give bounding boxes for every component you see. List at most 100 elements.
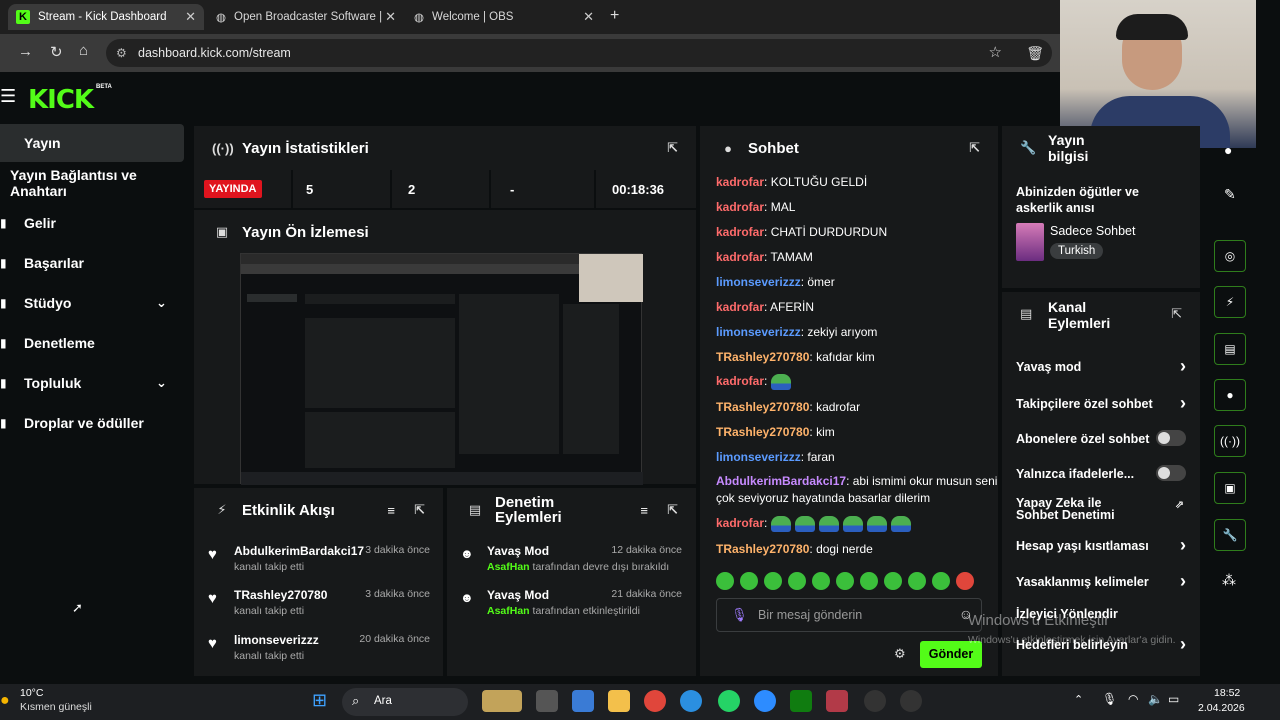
sidebar-item-yayin[interactable]: Yayın: [0, 124, 184, 162]
emotes-only-toggle[interactable]: [1156, 465, 1186, 481]
task-view-icon[interactable]: [536, 690, 558, 712]
sidebar-item-gelir[interactable]: ▮ Gelir: [0, 204, 184, 242]
activity-user[interactable]: AbdulkerimBardakci17: [234, 544, 364, 558]
site-info-icon[interactable]: ⚙: [116, 39, 127, 67]
chat-username[interactable]: TRashley270780: [716, 425, 809, 439]
chat-username[interactable]: limonseverizzz: [716, 275, 801, 289]
popout-icon[interactable]: ⇱: [667, 140, 678, 156]
whatsapp-icon[interactable]: [718, 690, 740, 712]
subscribers-only-toggle[interactable]: [1156, 430, 1186, 446]
speaker-icon[interactable]: 🔈: [1148, 692, 1163, 706]
forward-icon[interactable]: →: [18, 43, 33, 60]
xbox-icon[interactable]: [790, 690, 812, 712]
quick-action-chat-button[interactable]: ●: [1214, 379, 1246, 411]
quick-action-wrench-button[interactable]: 🔧: [1214, 519, 1246, 551]
chat-username[interactable]: kadrofar: [716, 374, 764, 388]
chrome-icon[interactable]: [644, 690, 666, 712]
add-widget-icon[interactable]: ⁂: [1222, 572, 1236, 589]
pencil-icon[interactable]: ✎: [1224, 186, 1236, 203]
action-slow-mode[interactable]: Yavaş mod ›: [1016, 356, 1186, 376]
popout-icon[interactable]: ⇱: [1171, 306, 1182, 322]
file-explorer-icon[interactable]: [608, 690, 630, 712]
sidebar-item-denetleme[interactable]: ▮ Denetleme: [0, 324, 184, 362]
emote-picker-icon[interactable]: [908, 572, 926, 590]
url-input[interactable]: ⚙ dashboard.kick.com/stream ☆ 🗑: [106, 39, 1052, 67]
emote-picker-icon[interactable]: [764, 572, 782, 590]
browser-tab-kick[interactable]: K Stream - Kick Dashboard ✕: [8, 4, 204, 30]
wifi-icon[interactable]: ◠: [1128, 692, 1138, 706]
sidebar-item-topluluk[interactable]: ▮ Topluluk ⌄: [0, 364, 184, 402]
chat-username[interactable]: limonseverizzz: [716, 325, 801, 339]
close-tab-icon[interactable]: ✕: [583, 9, 594, 25]
chat-username[interactable]: TRashley270780: [716, 400, 809, 414]
taskbar-search[interactable]: ⌕ Ara: [342, 688, 468, 716]
chat-settings-gear-icon[interactable]: ⚙: [894, 646, 906, 662]
taskbar-widget-icon[interactable]: [482, 690, 522, 712]
moderator-name[interactable]: AsafHan: [487, 561, 530, 573]
new-tab-button[interactable]: +: [610, 7, 619, 25]
home-icon[interactable]: ⌂: [79, 42, 88, 59]
info-icon[interactable]: ●: [1224, 142, 1232, 158]
emote-picker-icon[interactable]: [836, 572, 854, 590]
chat-username[interactable]: TRashley270780: [716, 542, 809, 556]
bookmark-star-icon[interactable]: ☆: [989, 39, 1002, 67]
obs-recording-icon[interactable]: [900, 690, 922, 712]
chevron-up-icon[interactable]: ⌃: [1074, 693, 1083, 706]
chat-username[interactable]: kadrofar: [716, 516, 764, 530]
chat-username[interactable]: kadrofar: [716, 200, 764, 214]
emote-picker-icon[interactable]: [932, 572, 950, 590]
category-name[interactable]: Sadece Sohbet: [1050, 224, 1136, 238]
activity-user[interactable]: TRashley270780: [234, 588, 327, 602]
quick-action-document-button[interactable]: ▤: [1214, 333, 1246, 365]
emote-picker-icon[interactable]: [716, 572, 734, 590]
chat-username[interactable]: kadrofar: [716, 225, 764, 239]
battery-icon[interactable]: ▭: [1168, 692, 1179, 706]
browser-tab-obs[interactable]: ◍ Open Broadcaster Software | OB ✕: [208, 4, 404, 30]
trash-icon[interactable]: 🗑: [1026, 39, 1044, 67]
weather-desc[interactable]: Kısmen güneşli: [20, 701, 92, 713]
obs-icon[interactable]: [864, 690, 886, 712]
category-thumbnail[interactable]: [1016, 223, 1044, 261]
chat-username[interactable]: TRashley270780: [716, 350, 809, 364]
action-followers-only[interactable]: Takipçilere özel sohbet ›: [1016, 393, 1186, 413]
emote-picker-icon[interactable]: [956, 572, 974, 590]
close-tab-icon[interactable]: ✕: [385, 9, 396, 25]
quick-action-panels-button[interactable]: ▣: [1214, 472, 1246, 504]
sidebar-item-studyo[interactable]: ▮ Stüdyo ⌄: [0, 284, 184, 322]
chat-username[interactable]: AbdulkerimBardakci17: [716, 474, 846, 488]
emote-picker-icon[interactable]: [860, 572, 878, 590]
moderator-name[interactable]: AsafHan: [487, 605, 530, 617]
clock-date[interactable]: 2.04.2026: [1198, 702, 1245, 714]
emote-picker-icon[interactable]: [884, 572, 902, 590]
game-app-icon[interactable]: [826, 690, 848, 712]
hamburger-menu-icon[interactable]: ☰: [0, 86, 16, 107]
chat-username[interactable]: kadrofar: [716, 300, 764, 314]
action-account-age[interactable]: Hesap yaşı kısıtlaması ›: [1016, 535, 1186, 555]
zoom-icon[interactable]: [754, 690, 776, 712]
sidebar-item-basarilar[interactable]: ▮ Başarılar: [0, 244, 184, 282]
chat-username[interactable]: kadrofar: [716, 175, 764, 189]
quick-action-broadcast-button[interactable]: ((·)): [1214, 425, 1246, 457]
quick-action-lightning-button[interactable]: ⚡: [1214, 286, 1246, 318]
windows-start-icon[interactable]: ⊞: [312, 690, 327, 711]
browser-tab-welcome[interactable]: ◍ Welcome | OBS ✕: [406, 4, 602, 30]
chevron-down-icon[interactable]: ⌄: [156, 375, 167, 391]
filter-icon[interactable]: ≡: [640, 503, 648, 518]
microphone-icon[interactable]: 🎙: [1102, 692, 1117, 706]
emote-picker-icon[interactable]: [740, 572, 758, 590]
microsoft-store-icon[interactable]: [572, 690, 594, 712]
action-banned-words[interactable]: Yasaklanmış kelimeler ›: [1016, 571, 1186, 591]
chat-input[interactable]: 🎙 Bir mesaj gönderin ☺: [716, 598, 982, 632]
sidebar-item-stream-key[interactable]: Yayın Bağlantısı ve Anahtarı: [0, 164, 195, 202]
close-tab-icon[interactable]: ✕: [185, 9, 196, 25]
quick-action-clip-button[interactable]: ◎: [1214, 240, 1246, 272]
emote-picker-icon[interactable]: [812, 572, 830, 590]
clock-time[interactable]: 18:52: [1214, 687, 1240, 699]
activity-user[interactable]: limonseverizzz: [234, 633, 319, 647]
sidebar-item-droplar[interactable]: ▮ Droplar ve ödüller: [0, 404, 184, 442]
chat-username[interactable]: kadrofar: [716, 250, 764, 264]
stream-preview-video[interactable]: [240, 253, 643, 485]
action-ai-moderation[interactable]: Yapay Zeka ile Sohbet Denetimi ⇗: [1016, 497, 1186, 522]
reload-icon[interactable]: ↻: [50, 43, 63, 61]
edge-icon[interactable]: [680, 690, 702, 712]
